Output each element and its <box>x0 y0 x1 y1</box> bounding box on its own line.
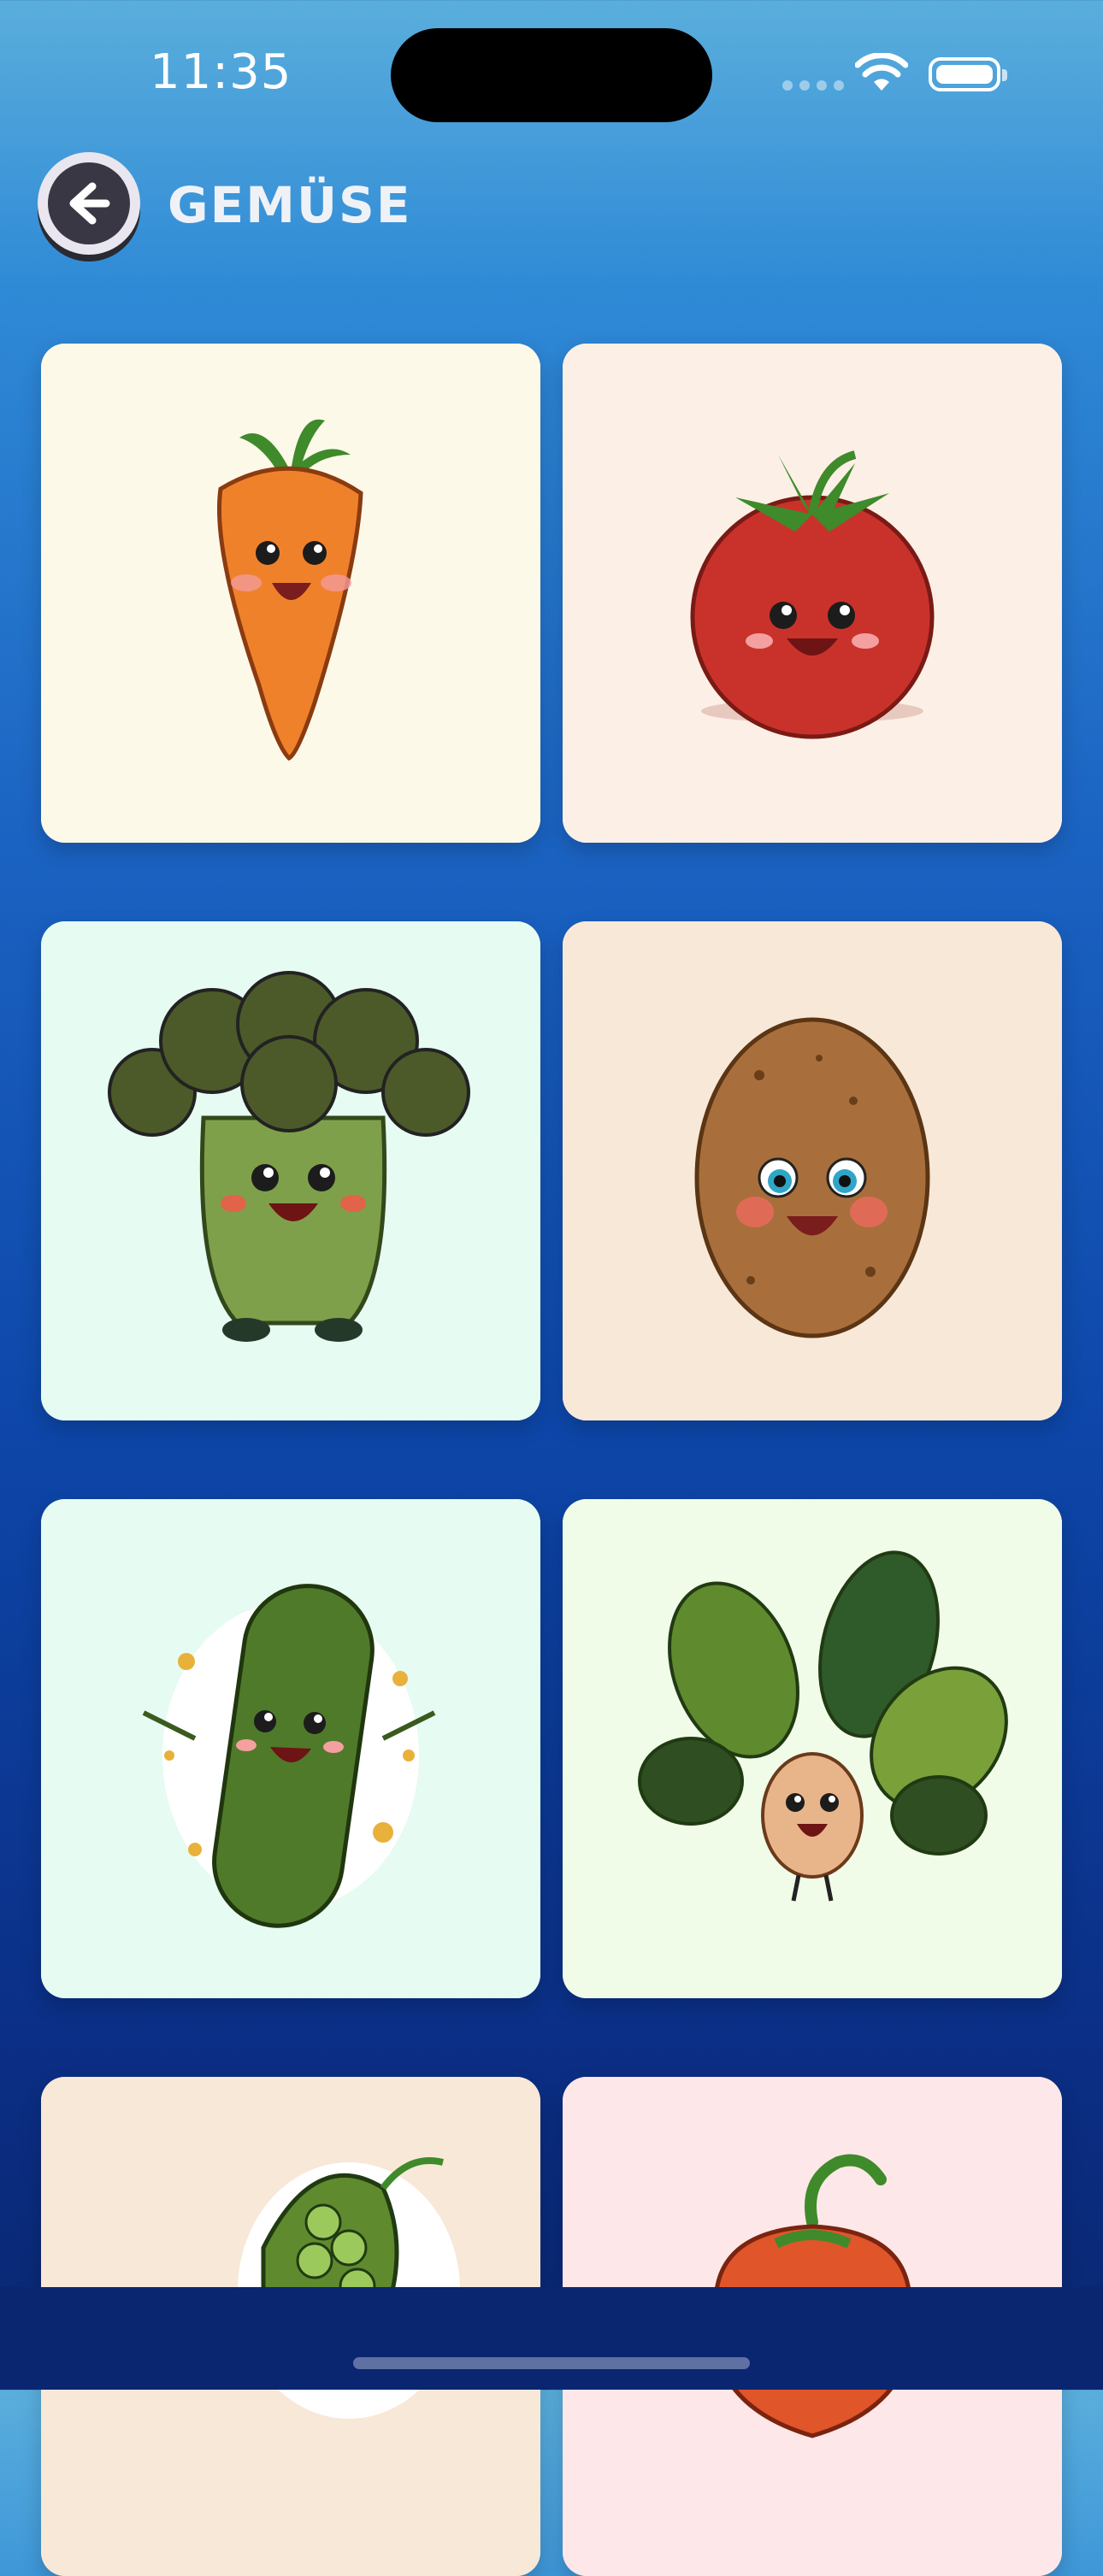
bottom-safe-area <box>0 2287 1103 2390</box>
potato-image <box>563 921 1062 1420</box>
cellular-signal-icon <box>782 80 844 91</box>
tomato-image <box>563 344 1062 843</box>
card-carrot[interactable] <box>41 344 540 843</box>
status-time: 11:35 <box>150 44 292 100</box>
carrot-image <box>41 344 540 843</box>
wifi-icon <box>855 53 908 91</box>
broccoli-image <box>41 921 540 1420</box>
cucumber-image <box>41 1499 540 1998</box>
home-indicator[interactable] <box>353 2357 750 2369</box>
spinach-image <box>563 1499 1062 1998</box>
header: GEMÜSE <box>0 145 1103 265</box>
status-bar: 11:35 <box>0 0 1103 137</box>
dynamic-island <box>391 28 712 122</box>
card-cucumber[interactable] <box>41 1499 540 1998</box>
card-potato[interactable] <box>563 921 1062 1420</box>
arrow-left-icon <box>48 162 130 244</box>
card-tomato[interactable] <box>563 344 1062 843</box>
battery-icon <box>929 57 1007 91</box>
back-button[interactable] <box>38 152 140 255</box>
card-spinach[interactable] <box>563 1499 1062 1998</box>
card-broccoli[interactable] <box>41 921 540 1420</box>
page-title: GEMÜSE <box>168 176 412 234</box>
